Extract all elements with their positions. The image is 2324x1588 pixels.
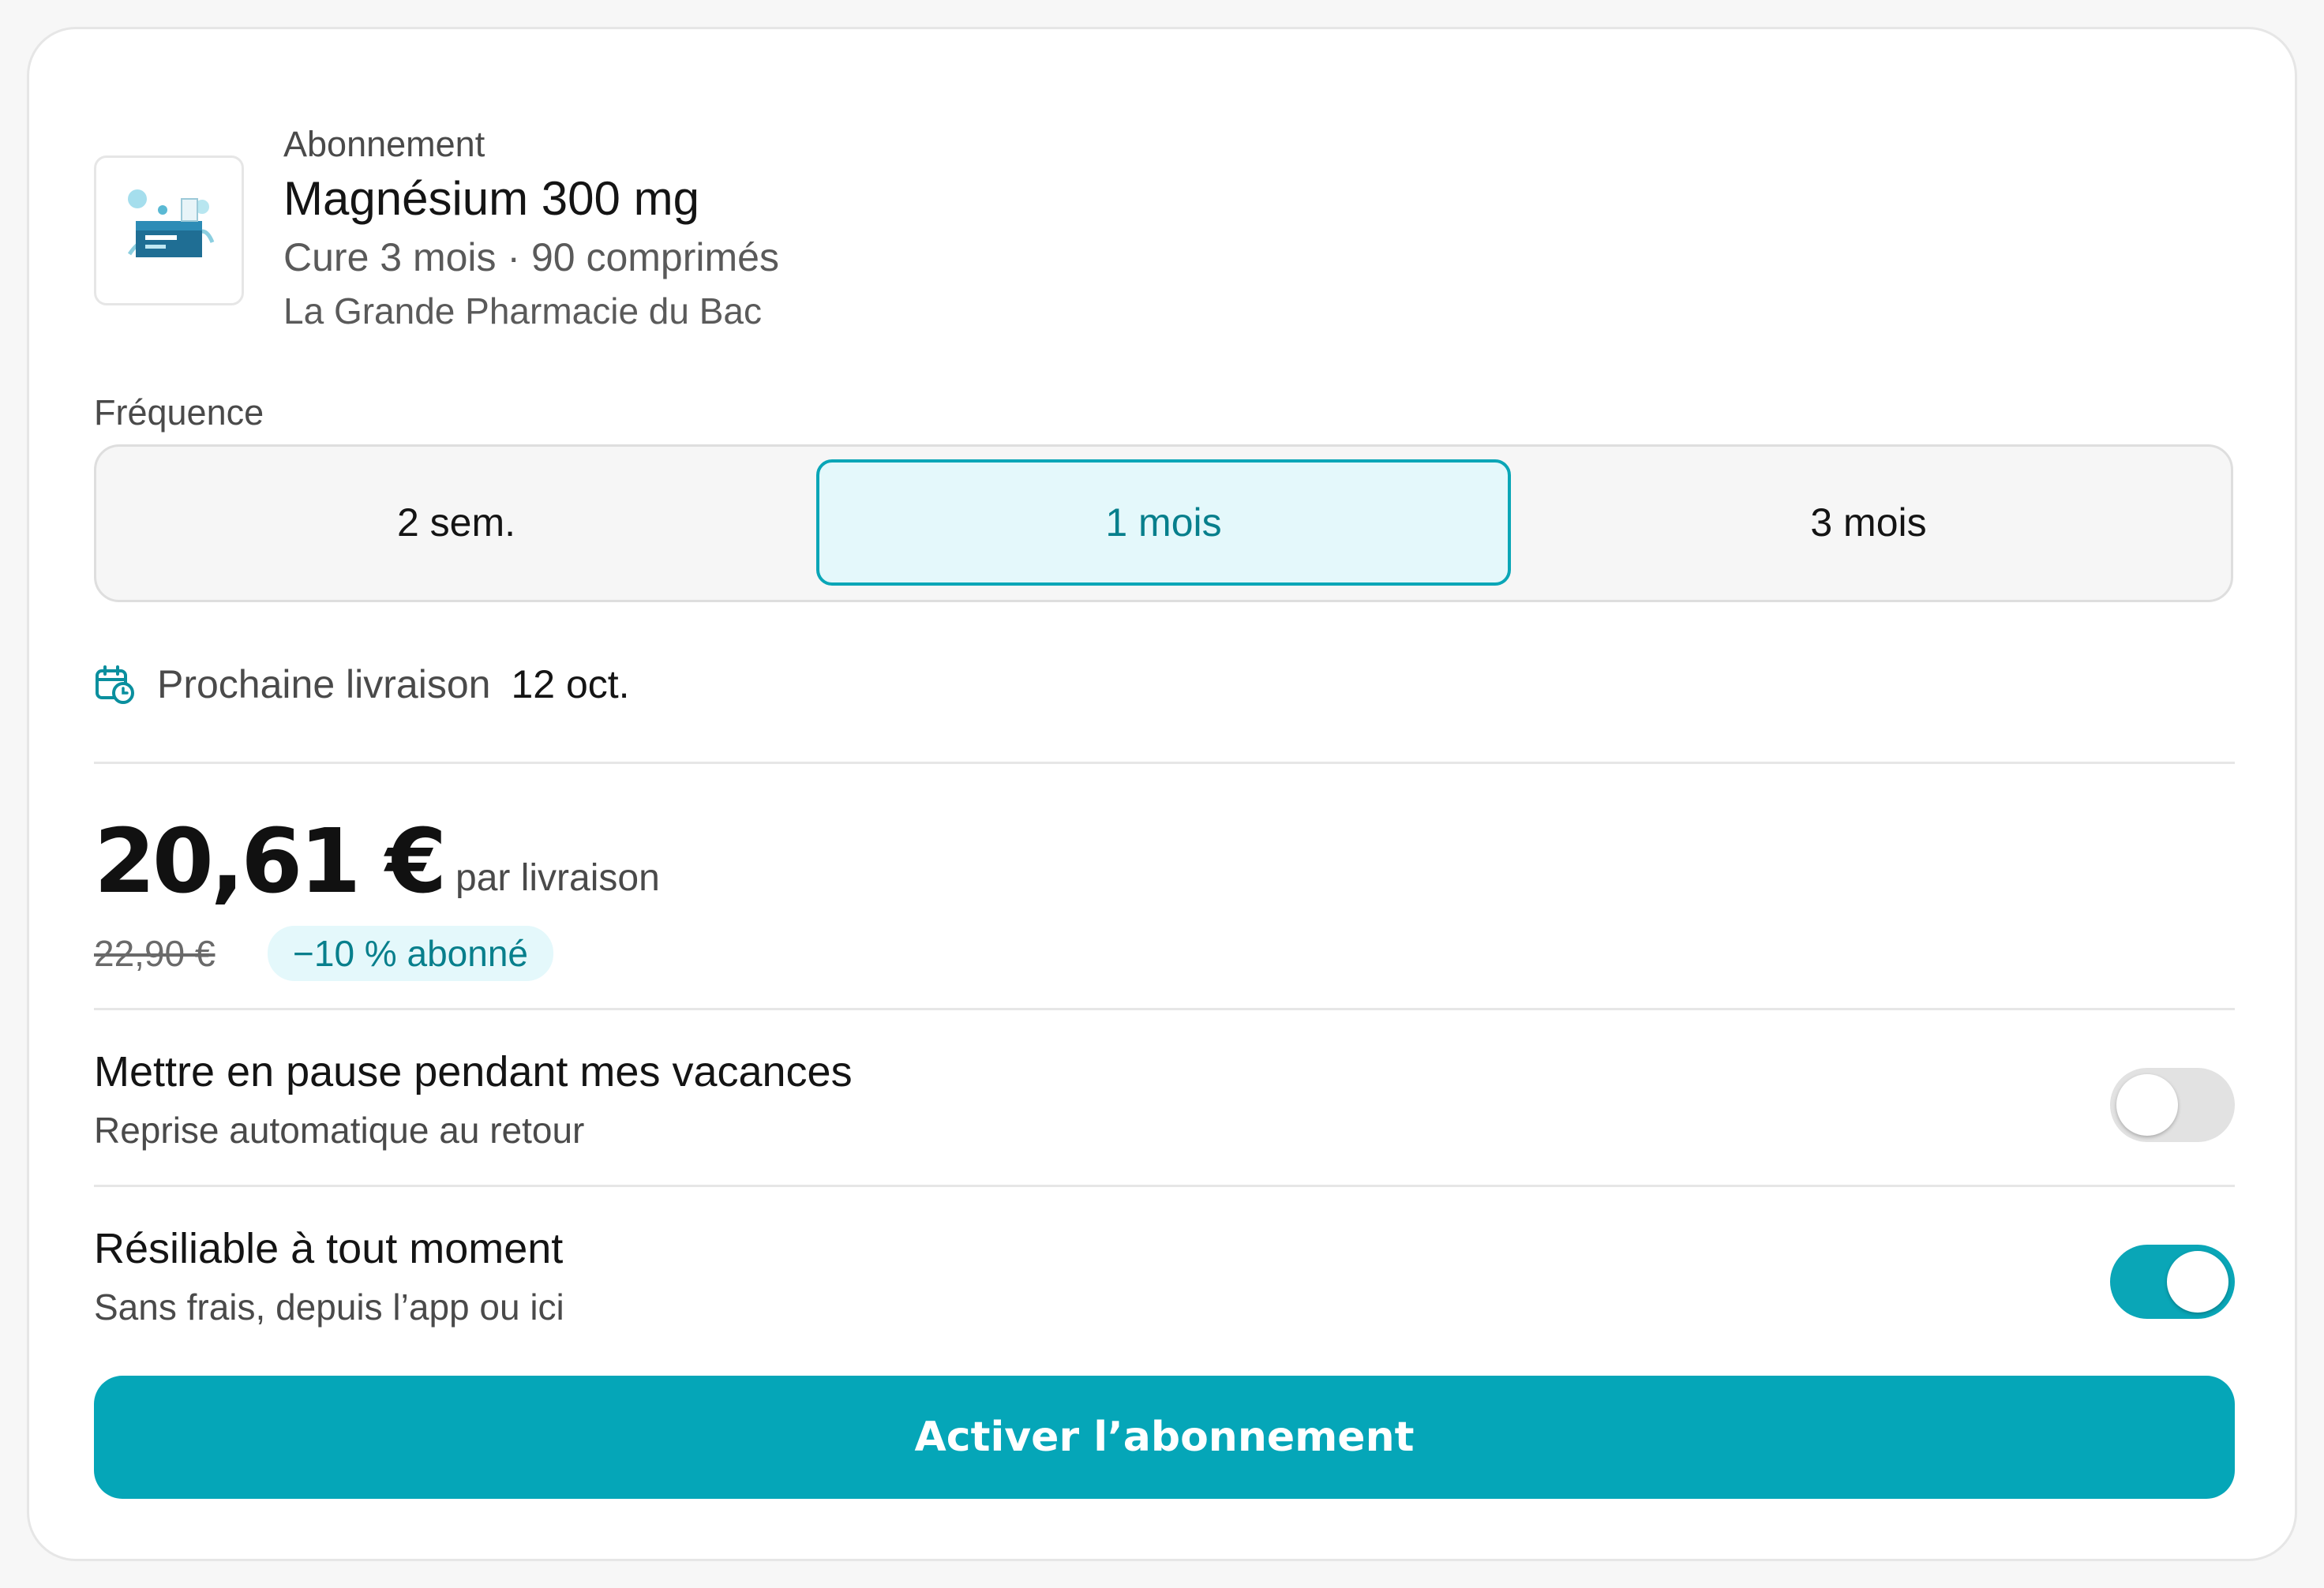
product-thumbnail [94,155,244,305]
product-header: Abonnement Magnésium 300 mg Cure 3 mois … [94,100,2225,337]
pharmacy-name: La Grande Pharmacie du Bac [283,290,763,331]
pause-option-title: Mettre en pause pendant mes vacances [94,1048,853,1095]
activate-subscription-button[interactable]: Activer l’abonnement [94,1376,2235,1499]
pause-toggle[interactable] [2110,1068,2235,1142]
toggle-knob [2116,1074,2178,1136]
product-box-icon [127,189,215,257]
frequency-option-2-weeks[interactable]: 2 sem. [109,459,804,586]
divider [94,1185,2235,1187]
price-per-delivery: par livraison [455,857,660,899]
next-delivery: Prochaine livraison 12 oct. [94,653,630,716]
subscription-card: Abonnement Magnésium 300 mg Cure 3 mois … [27,27,2297,1561]
product-meta: Cure 3 mois · 90 comprimés [283,235,779,279]
frequency-option-3-months[interactable]: 3 mois [1517,459,2220,586]
frequency-label: Fréquence [94,392,264,433]
next-delivery-label: Prochaine livraison [157,662,491,706]
frequency-selector: 2 sem. 1 mois 3 mois [94,444,2233,602]
pause-option: Mettre en pause pendant mes vacances Rep… [94,1047,2235,1174]
product-title: Magnésium 300 mg [283,172,699,225]
divider [94,762,2235,764]
original-price: 22,90 € [94,933,216,974]
cancel-option-title: Résiliable à tout moment [94,1225,564,1272]
price: 20,61 € [94,811,447,913]
frequency-option-1-month[interactable]: 1 mois [816,459,1511,586]
cancel-option-subtitle: Sans frais, depuis l’app ou ici [94,1287,564,1328]
pause-option-subtitle: Reprise automatique au retour [94,1110,585,1151]
cancel-toggle[interactable] [2110,1245,2235,1319]
toggle-knob [2167,1251,2228,1313]
divider [94,1008,2235,1010]
discount-badge: −10 % abonné [268,926,553,981]
subscription-eyebrow: Abonnement [283,124,485,164]
next-delivery-date: 12 oct. [511,662,630,706]
cancel-option: Résiliable à tout moment Sans frais, dep… [94,1224,2235,1350]
calendar-clock-icon [96,665,134,704]
